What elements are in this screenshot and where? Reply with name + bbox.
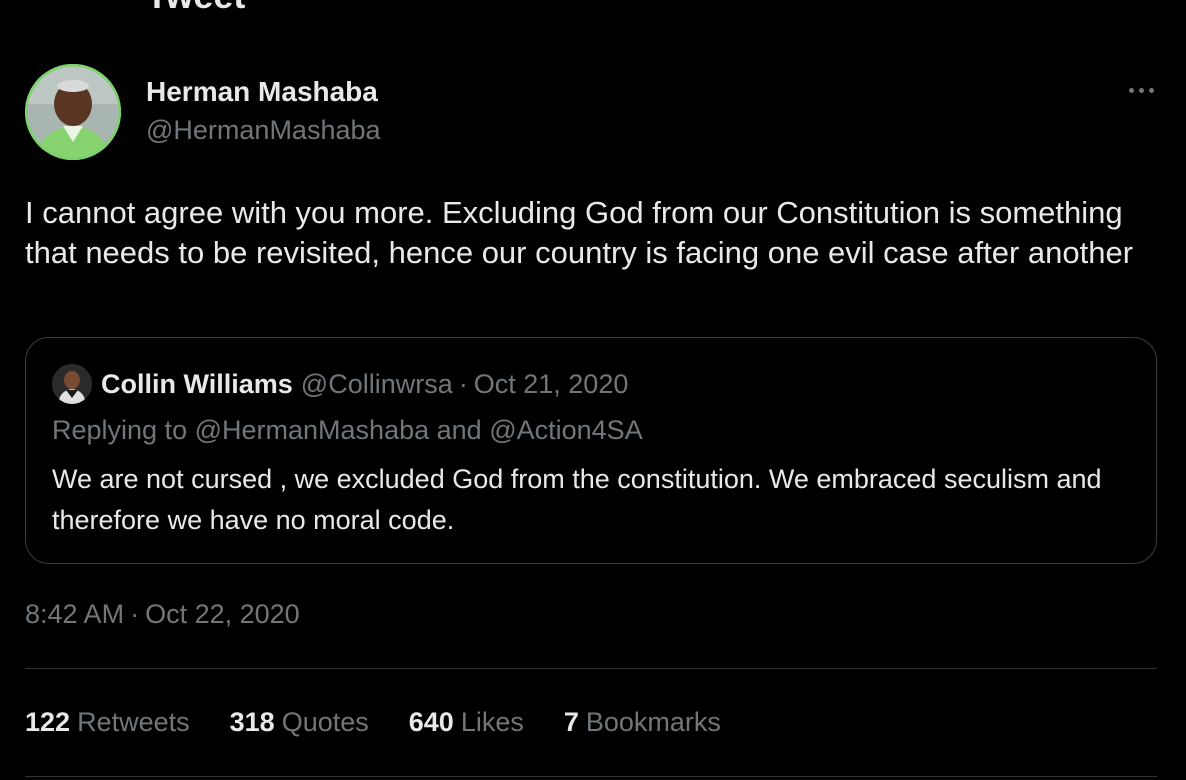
more-horizontal-icon (1128, 87, 1134, 93)
author-handle[interactable]: @HermanMashaba (146, 114, 381, 146)
quoted-author-name[interactable]: Collin Williams (101, 369, 293, 400)
tweet-text: I cannot agree with you more. Excluding … (25, 195, 1134, 270)
quoted-date[interactable]: Oct 21, 2020 (474, 369, 629, 400)
quoted-tweet-header: Collin Williams @Collinwrsa · Oct 21, 20… (52, 364, 628, 404)
more-options-button[interactable] (1121, 78, 1161, 102)
page-title: Tweet (146, 0, 245, 14)
quotes-stat[interactable]: 318 Quotes (230, 707, 369, 738)
more-horizontal-icon (1148, 87, 1154, 93)
tweet-page: Tweet Herman Mashaba @HermanMashaba I ca… (0, 0, 1186, 780)
mention-link[interactable]: @HermanMashaba (195, 415, 430, 445)
divider (25, 776, 1157, 777)
author-name[interactable]: Herman Mashaba (146, 75, 378, 109)
retweets-count: 122 (25, 706, 71, 737)
quoted-tweet-card[interactable]: Collin Williams @Collinwrsa · Oct 21, 20… (25, 337, 1157, 564)
timestamp-date: Oct 22, 2020 (145, 599, 300, 629)
timestamp-time: 8:42 AM (25, 599, 125, 629)
retweets-label: Retweets (77, 706, 190, 737)
replying-to: Replying to @HermanMashaba and @Action4S… (52, 412, 643, 448)
avatar[interactable] (25, 64, 121, 160)
timestamp-separator: · (130, 599, 140, 629)
likes-label: Likes (460, 706, 524, 737)
tweet-timestamp[interactable]: 8:42 AM · Oct 22, 2020 (25, 596, 300, 632)
avatar-image (25, 64, 121, 160)
quotes-count: 318 (229, 706, 275, 737)
author-row: Herman Mashaba @HermanMashaba (25, 64, 1161, 162)
mention-link[interactable]: @Action4SA (489, 415, 642, 445)
bookmarks-stat[interactable]: 7 Bookmarks (564, 707, 721, 738)
quoted-avatar[interactable] (52, 364, 92, 404)
quotes-label: Quotes (281, 706, 369, 737)
divider (25, 668, 1157, 669)
replying-and: and (436, 415, 482, 445)
bookmarks-count: 7 (563, 706, 579, 737)
likes-stat[interactable]: 640 Likes (409, 707, 524, 738)
more-horizontal-icon (1138, 87, 1144, 93)
bookmarks-label: Bookmarks (585, 706, 721, 737)
replying-prefix: Replying to (52, 415, 188, 445)
quoted-author-handle[interactable]: @Collinwrsa (301, 369, 453, 400)
retweets-stat[interactable]: 122 Retweets (25, 707, 190, 738)
engagement-stats: 122 Retweets 318 Quotes 640 Likes 7 Book… (25, 704, 761, 740)
quoted-avatar-image (52, 364, 92, 404)
quoted-tweet-text: We are not cursed , we excluded God from… (52, 464, 1102, 535)
likes-count: 640 (408, 706, 454, 737)
quoted-separator: · (458, 368, 468, 399)
